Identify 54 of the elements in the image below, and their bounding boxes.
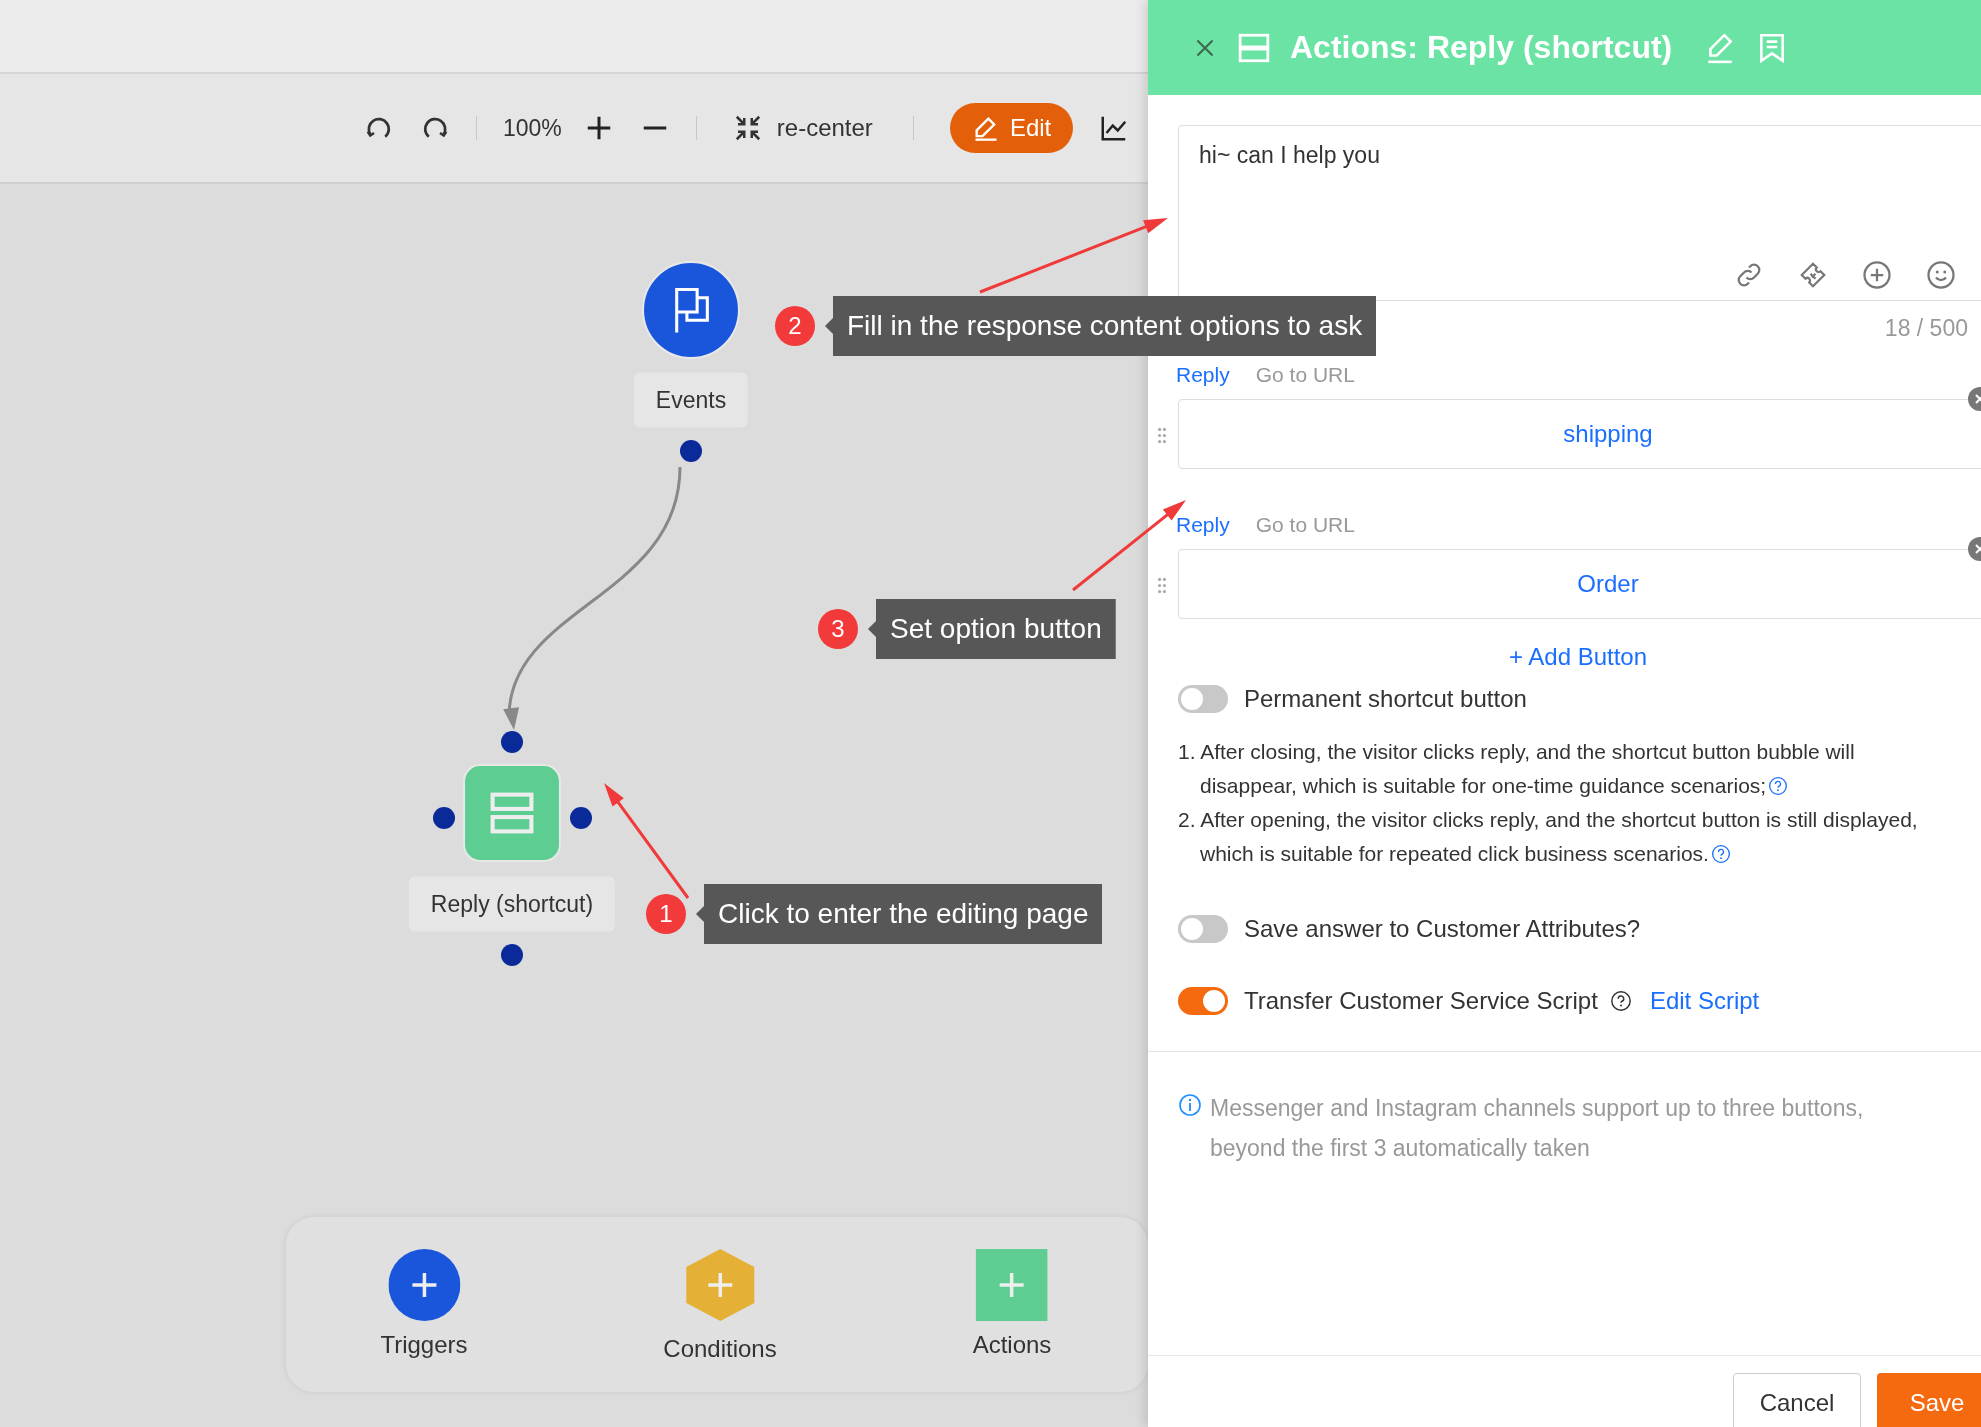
node-label: Reply (shortcut): [408, 876, 616, 932]
toggle-switch[interactable]: [1178, 685, 1228, 713]
zoom-level: 100%: [503, 114, 562, 142]
drag-handle-icon[interactable]: [1157, 427, 1167, 444]
step-number-badge: 1: [646, 894, 686, 934]
save-button[interactable]: Save: [1877, 1373, 1981, 1427]
message-text: hi~ can I help you: [1199, 142, 1380, 168]
recenter-button[interactable]: re-center: [732, 113, 873, 143]
info-text: Messenger and Instagram channels support up to three buttons, beyond the first 3 automatically taken: [1210, 1094, 1865, 1163]
cancel-button[interactable]: Cancel: [1733, 1373, 1861, 1427]
annotation-callout: Fill in the response content options to ask: [825, 296, 1377, 356]
connection-dot[interactable]: [501, 731, 523, 753]
button-text: Order: [1577, 570, 1639, 598]
palette-label: Conditions: [663, 1335, 777, 1363]
toggle-switch[interactable]: [1178, 915, 1228, 943]
info-icon: [1178, 1093, 1202, 1117]
connection-dot[interactable]: [680, 440, 702, 462]
node-label: Events: [633, 372, 749, 428]
add-trigger-button[interactable]: [388, 1249, 460, 1321]
ticket-icon[interactable]: [1798, 260, 1828, 290]
smiley-icon[interactable]: [1926, 260, 1956, 290]
toggle-switch[interactable]: [1178, 987, 1228, 1015]
note-text: 1. After closing, the visitor clicks reply, and the shortcut button bubble will disappear, which is suitable for one-time guidance scenarios;: [1178, 739, 1856, 799]
note-text: 2. After opening, the visitor clicks reply, and the shortcut button is still displayed, which is suitable for repeated click business scenarios.: [1178, 807, 1919, 867]
palette-label: Triggers: [380, 1331, 468, 1359]
button-type-tab[interactable]: Go to URL: [1255, 513, 1355, 537]
setting-label: Transfer Customer Service Script: [1244, 987, 1598, 1015]
character-counter: 18 / 500: [1884, 315, 1968, 343]
palette-label: Actions: [972, 1331, 1052, 1359]
setting-label: Permanent shortcut button: [1244, 685, 1527, 713]
annotation-callout: Set option button: [868, 599, 1116, 659]
setting-label: Save answer to Customer Attributes?: [1244, 915, 1641, 943]
annotation-callout: Click to enter the editing page: [696, 884, 1103, 944]
button-text-field[interactable]: shipping: [1178, 399, 1981, 469]
connection-dot[interactable]: [433, 807, 455, 829]
layout-node-icon[interactable]: [463, 764, 561, 862]
flag-node-icon[interactable]: [642, 261, 740, 359]
drag-handle-icon[interactable]: [1157, 577, 1167, 594]
help-icon[interactable]: [1609, 990, 1632, 1012]
step-number-badge: 3: [818, 609, 858, 649]
edit-button[interactable]: Edit: [949, 103, 1074, 153]
connection-dot[interactable]: [501, 944, 523, 966]
edit-script-link[interactable]: Edit Script: [1649, 987, 1760, 1015]
connection-dot[interactable]: [570, 807, 592, 829]
button-text-field[interactable]: Order: [1178, 549, 1981, 619]
button-text: shipping: [1563, 420, 1653, 448]
add-button-link[interactable]: + Add Button: [1508, 643, 1648, 671]
button-type-tab[interactable]: Reply: [1176, 513, 1230, 537]
panel-title: Actions: Reply (shortcut): [1290, 29, 1673, 66]
button-type-tab[interactable]: Reply: [1176, 363, 1230, 387]
layout-icon: [1238, 31, 1270, 64]
add-circle-icon[interactable]: [1862, 260, 1892, 290]
step-number-badge: 2: [775, 306, 815, 346]
button-type-tab[interactable]: Go to URL: [1255, 363, 1355, 387]
